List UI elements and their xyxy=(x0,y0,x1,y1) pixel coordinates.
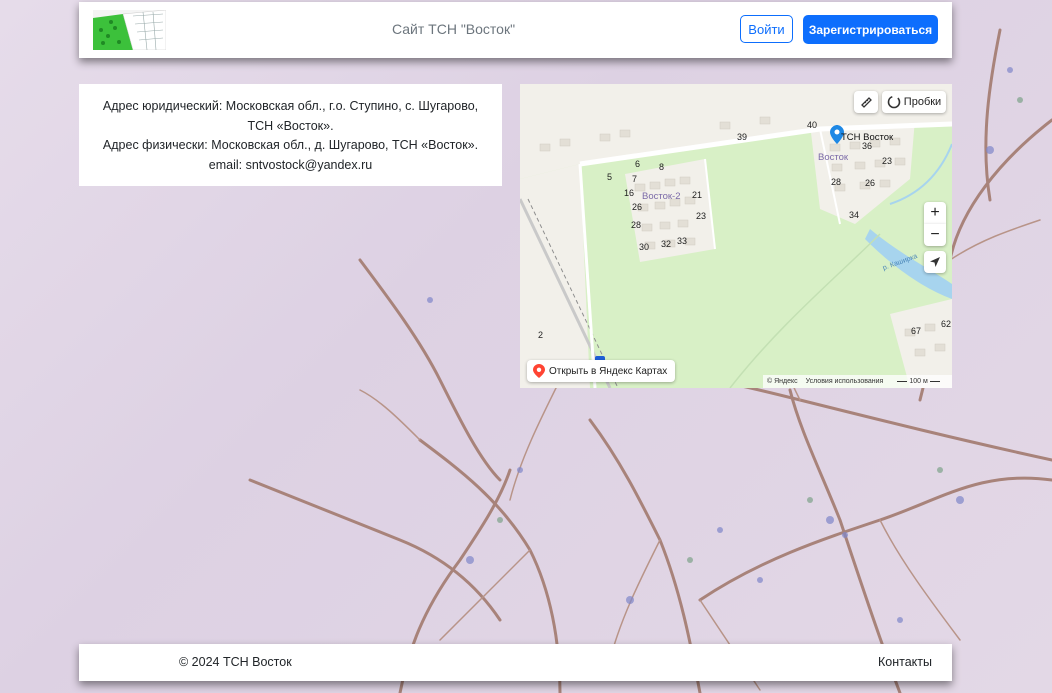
house-number: 6 xyxy=(635,159,641,169)
traffic-button[interactable]: Пробки xyxy=(882,91,946,113)
house-number: 34 xyxy=(849,210,860,220)
geolocation-button[interactable] xyxy=(924,251,946,273)
address-card: Адрес юридический: Московская обл., г.о.… xyxy=(79,84,502,186)
legal-address: Адрес юридический: Московская обл., г.о.… xyxy=(102,99,479,133)
traffic-label: Пробки xyxy=(903,96,942,108)
footer-copyright: © 2024 ТСН Восток xyxy=(179,655,292,669)
site-title: Сайт ТСН "Восток" xyxy=(392,21,516,37)
ruler-icon xyxy=(861,97,872,108)
house-number: 28 xyxy=(631,220,642,230)
house-number: 40 xyxy=(807,120,818,130)
zoom-out-button[interactable]: − xyxy=(924,224,946,246)
area-label: Восток-2 xyxy=(642,191,681,202)
house-number: 23 xyxy=(882,156,893,166)
site-footer: © 2024 ТСН Восток Контакты xyxy=(79,644,952,681)
area-label: Восток xyxy=(818,152,849,163)
house-number: 2 xyxy=(538,330,544,340)
yandex-copyright[interactable]: © Яндекс xyxy=(767,378,798,385)
login-button[interactable]: Войти xyxy=(740,15,793,43)
map-scale: 100 м xyxy=(897,378,940,385)
physical-address: Адрес физически: Московская обл., д. Шуг… xyxy=(102,138,479,152)
house-number: 30 xyxy=(639,242,650,252)
house-number: 62 xyxy=(941,319,952,329)
map-canvas[interactable] xyxy=(520,84,952,388)
house-number: 26 xyxy=(865,178,876,188)
open-in-yandex-maps-label: Открыть в Яндекс Картах xyxy=(549,365,668,377)
site-header: Сайт ТСН "Восток" Войти Зарегистрировать… xyxy=(79,2,952,58)
ruler-button[interactable] xyxy=(854,91,878,113)
house-number: 26 xyxy=(632,202,643,212)
site-logo[interactable] xyxy=(93,10,166,50)
contacts-link[interactable]: Контакты xyxy=(878,655,932,669)
open-in-yandex-maps-button[interactable]: Открыть в Яндекс Картах xyxy=(527,360,676,382)
house-number: 67 xyxy=(911,326,922,336)
register-button[interactable]: Зарегистрироваться xyxy=(803,15,938,44)
house-number: 39 xyxy=(737,132,748,142)
terms-link[interactable]: Условия использования xyxy=(806,378,884,385)
navigation-arrow-icon xyxy=(930,257,940,267)
zoom-in-button[interactable]: + xyxy=(924,202,946,224)
house-number: 16 xyxy=(624,188,635,198)
email-text: email: sntvostock@yandex.ru xyxy=(208,157,373,172)
house-number: 32 xyxy=(661,239,672,249)
house-number: 28 xyxy=(831,177,842,187)
house-number: 33 xyxy=(677,236,688,246)
map-marker-icon xyxy=(533,364,545,378)
yandex-map[interactable]: 39 40 6 8 5 7 16 26 21 23 28 30 32 33 36… xyxy=(520,84,952,388)
house-number: 5 xyxy=(607,172,613,182)
house-number: 7 xyxy=(632,174,638,184)
house-number: 21 xyxy=(692,190,703,200)
pin-label[interactable]: ТСН Восток xyxy=(841,132,893,143)
map-copyright-bar: © Яндекс Условия использования 100 м xyxy=(763,375,952,388)
traffic-icon xyxy=(887,95,901,109)
house-number: 23 xyxy=(696,211,707,221)
house-number: 8 xyxy=(659,162,665,172)
